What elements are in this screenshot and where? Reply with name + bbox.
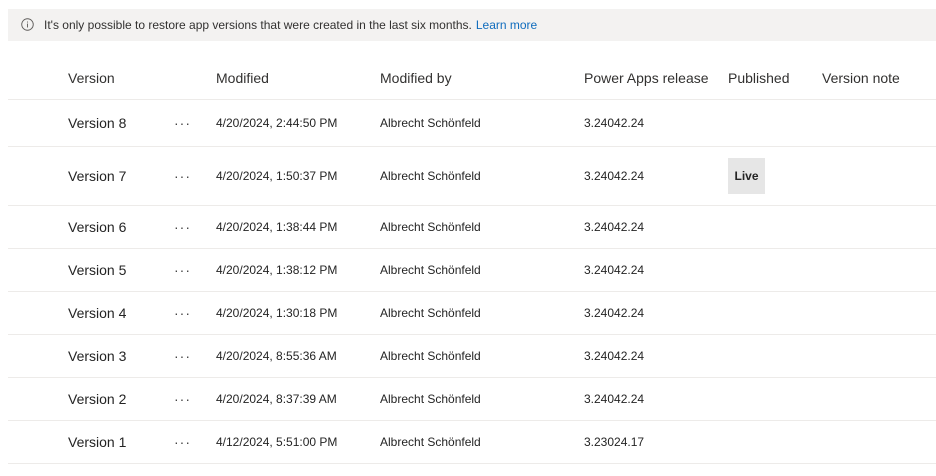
column-header-release[interactable]: Power Apps release bbox=[584, 56, 709, 100]
more-options-button[interactable]: ··· bbox=[174, 147, 191, 205]
power-apps-release: 3.24042.24 bbox=[584, 116, 645, 130]
modified-by: Albrecht Schönfeld bbox=[380, 169, 481, 183]
version-name: Version 8 bbox=[68, 115, 127, 131]
more-options-button[interactable]: ··· bbox=[174, 335, 191, 377]
more-options-button[interactable]: ··· bbox=[174, 378, 191, 420]
table-row[interactable]: Version 3 ··· 4/20/2024, 8:55:36 AM Albrech… bbox=[8, 335, 936, 378]
banner-message: It's only possible to restore app versio… bbox=[44, 9, 537, 41]
version-name: Version 3 bbox=[68, 348, 127, 364]
learn-more-link[interactable]: Learn more bbox=[476, 18, 537, 32]
table-row[interactable]: Version 2 ··· 4/20/2024, 8:37:39 AM Albrech… bbox=[8, 378, 936, 421]
table-row[interactable]: Version 4 ··· 4/20/2024, 1:30:18 PM Albrech… bbox=[8, 292, 936, 335]
modified-by: Albrecht Schönfeld bbox=[380, 306, 481, 320]
power-apps-release: 3.24042.24 bbox=[584, 220, 645, 234]
modified-date: 4/20/2024, 8:55:36 AM bbox=[216, 349, 337, 363]
modified-by: Albrecht Schönfeld bbox=[380, 116, 481, 130]
column-header-published[interactable]: Published bbox=[728, 56, 790, 100]
modified-date: 4/20/2024, 1:38:44 PM bbox=[216, 220, 338, 234]
more-options-button[interactable]: ··· bbox=[174, 249, 191, 291]
table-header: Version Modified Modified by Power Apps … bbox=[8, 56, 936, 100]
power-apps-release: 3.23024.17 bbox=[584, 435, 645, 449]
more-options-button[interactable]: ··· bbox=[174, 206, 191, 248]
table-row[interactable]: Version 5 ··· 4/20/2024, 1:38:12 PM Albrech… bbox=[8, 249, 936, 292]
banner-text: It's only possible to restore app versio… bbox=[44, 18, 472, 32]
modified-date: 4/20/2024, 1:30:18 PM bbox=[216, 306, 338, 320]
modified-date: 4/20/2024, 1:50:37 PM bbox=[216, 169, 338, 183]
version-name: Version 1 bbox=[68, 434, 127, 450]
modified-by: Albrecht Schönfeld bbox=[380, 263, 481, 277]
version-name: Version 5 bbox=[68, 262, 127, 278]
version-name: Version 2 bbox=[68, 391, 127, 407]
version-name: Version 7 bbox=[68, 168, 127, 184]
table-row[interactable]: Version 8 ··· 4/20/2024, 2:44:50 PM Albrech… bbox=[8, 100, 936, 147]
info-banner: It's only possible to restore app versio… bbox=[8, 9, 936, 41]
modified-date: 4/20/2024, 8:37:39 AM bbox=[216, 392, 337, 406]
version-table: Version Modified Modified by Power Apps … bbox=[8, 56, 936, 464]
power-apps-release: 3.24042.24 bbox=[584, 392, 645, 406]
modified-by: Albrecht Schönfeld bbox=[380, 349, 481, 363]
more-options-button[interactable]: ··· bbox=[174, 421, 191, 463]
modified-date: 4/12/2024, 5:51:00 PM bbox=[216, 435, 338, 449]
published-cell: Live bbox=[728, 147, 765, 205]
power-apps-release: 3.24042.24 bbox=[584, 263, 645, 277]
info-icon bbox=[21, 18, 34, 31]
column-header-version[interactable]: Version bbox=[68, 56, 115, 100]
power-apps-release: 3.24042.24 bbox=[584, 169, 645, 183]
version-name: Version 6 bbox=[68, 219, 127, 235]
more-options-button[interactable]: ··· bbox=[174, 100, 191, 146]
modified-by: Albrecht Schönfeld bbox=[380, 435, 481, 449]
power-apps-release: 3.24042.24 bbox=[584, 306, 645, 320]
modified-date: 4/20/2024, 2:44:50 PM bbox=[216, 116, 338, 130]
table-row[interactable]: Version 1 ··· 4/12/2024, 5:51:00 PM Albrech… bbox=[8, 421, 936, 464]
column-header-modified-by[interactable]: Modified by bbox=[380, 56, 452, 100]
power-apps-release: 3.24042.24 bbox=[584, 349, 645, 363]
table-body: Version 8 ··· 4/20/2024, 2:44:50 PM Albrech… bbox=[8, 100, 936, 464]
modified-date: 4/20/2024, 1:38:12 PM bbox=[216, 263, 338, 277]
modified-by: Albrecht Schönfeld bbox=[380, 220, 481, 234]
more-options-button[interactable]: ··· bbox=[174, 292, 191, 334]
column-header-version-note[interactable]: Version note bbox=[822, 56, 900, 100]
modified-by: Albrecht Schönfeld bbox=[380, 392, 481, 406]
version-name: Version 4 bbox=[68, 305, 127, 321]
table-row[interactable]: Version 7 ··· 4/20/2024, 1:50:37 PM Albrech… bbox=[8, 147, 936, 206]
column-header-modified[interactable]: Modified bbox=[216, 56, 269, 100]
table-row[interactable]: Version 6 ··· 4/20/2024, 1:38:44 PM Albrech… bbox=[8, 206, 936, 249]
live-badge: Live bbox=[728, 158, 765, 194]
